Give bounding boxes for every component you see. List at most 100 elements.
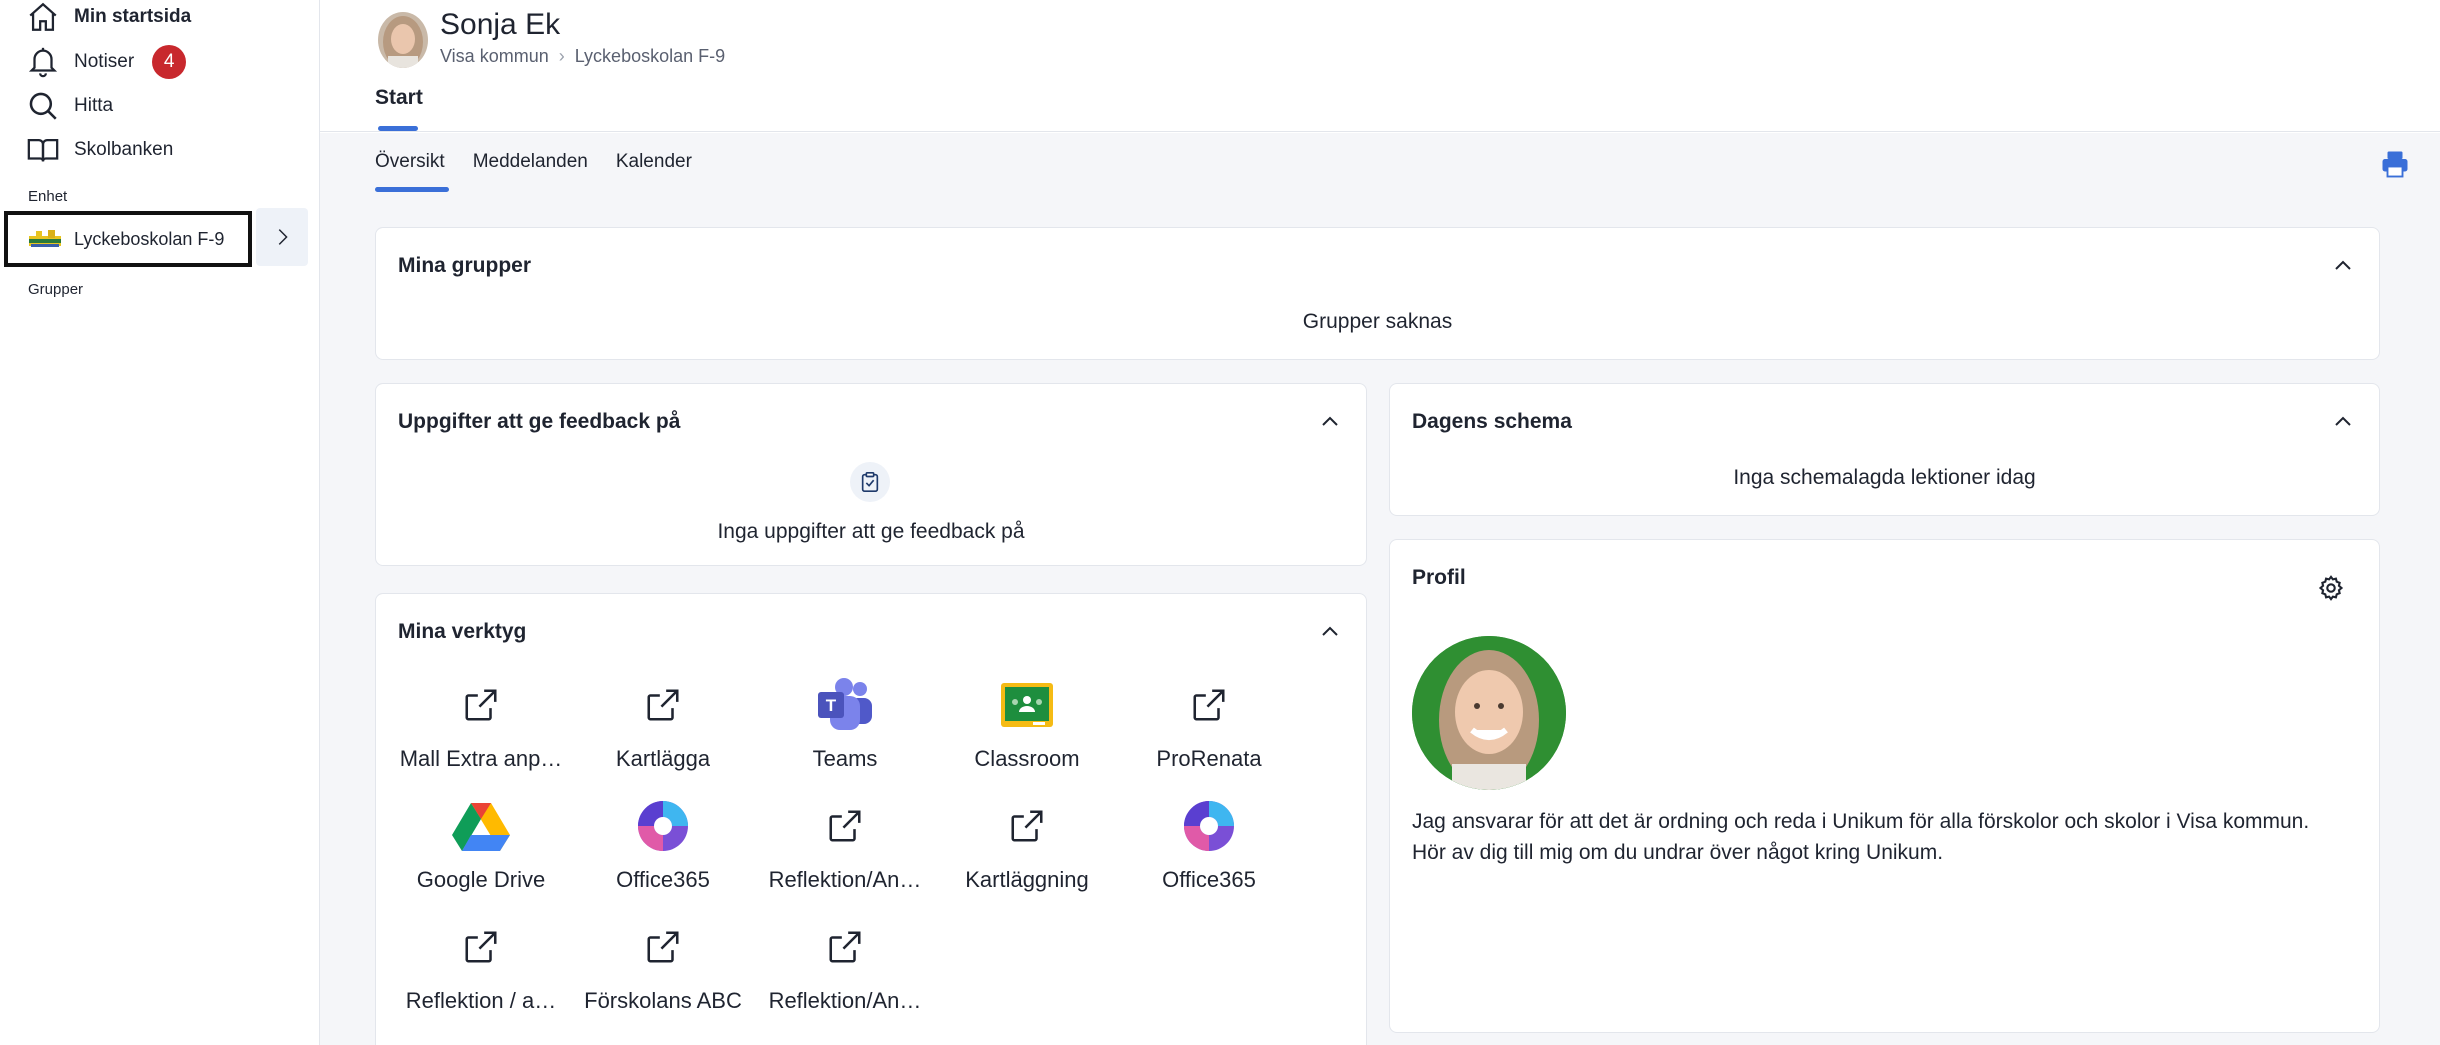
tool-label: Teams: [812, 746, 878, 771]
profile-text-line: Jag ansvarar för att det är ordning och …: [1412, 810, 2310, 833]
schedule-card-title: Dagens schema: [1412, 410, 1572, 433]
feedback-empty-message: Inga uppgifter att ge feedback på: [717, 520, 1025, 543]
tool-tile[interactable]: Reflektion / a…: [390, 914, 572, 1035]
breadcrumb-municipality[interactable]: Visa kommun: [440, 46, 549, 67]
sidebar-item-notifications[interactable]: Notiser 4: [26, 42, 187, 82]
tab-start[interactable]: Start: [375, 86, 423, 110]
breadcrumb-separator-icon: ›: [558, 46, 565, 66]
tools-grid: Mall Extra anp… Kartlägga T Teams Classr…: [390, 672, 1300, 1035]
tool-label: Kartlägga: [615, 746, 711, 771]
chevron-right-icon: [278, 229, 288, 245]
profile-card-title: Profil: [1412, 566, 1466, 589]
avatar-photo: [378, 12, 428, 68]
external-link-icon: [814, 795, 876, 857]
tool-tile[interactable]: Förskolans ABC: [572, 914, 754, 1035]
clipboard-check-icon: [850, 462, 890, 502]
tool-label: Reflektion / a…: [405, 988, 557, 1013]
tool-tile[interactable]: ProRenata: [1118, 672, 1300, 793]
tool-tile[interactable]: Reflektion/An…: [754, 793, 936, 914]
groups-card: Mina grupper Grupper saknas: [375, 227, 2380, 360]
avatar[interactable]: [378, 12, 428, 68]
schedule-empty-message: Inga schemalagda lektioner idag: [1733, 466, 2036, 489]
tool-tile[interactable]: Classroom: [936, 672, 1118, 793]
tool-label: ProRenata: [1156, 746, 1262, 771]
external-link-icon: [632, 674, 694, 736]
feedback-card: Uppgifter att ge feedback på Inga uppgif…: [375, 383, 1367, 566]
profile-text-line: Hör av dig till mig om du undrar över nå…: [1412, 841, 1944, 864]
school-logo-icon: [29, 230, 61, 247]
tab-overview[interactable]: Översikt: [375, 151, 445, 173]
tool-label: Reflektion/An…: [768, 988, 922, 1013]
tool-label: Google Drive: [416, 867, 546, 892]
tool-label: Förskolans ABC: [584, 988, 742, 1013]
tool-label: Mall Extra anp…: [399, 746, 563, 771]
tool-tile[interactable]: Google Drive: [390, 793, 572, 914]
external-link-icon: [814, 916, 876, 978]
breadcrumb: Visa kommun › Lyckeboskolan F-9: [440, 46, 725, 67]
tool-label: Classroom: [974, 746, 1080, 771]
sidebar-item-home[interactable]: Min startsida: [26, 0, 191, 37]
feedback-card-title: Uppgifter att ge feedback på: [398, 410, 681, 433]
bell-icon: [28, 47, 58, 78]
print-icon[interactable]: [2380, 149, 2410, 179]
page-header: Sonja Ek Visa kommun › Lyckeboskolan F-9…: [320, 0, 2440, 132]
gear-icon[interactable]: [2317, 574, 2345, 602]
tool-tile[interactable]: Office365: [572, 793, 754, 914]
classroom-icon: [996, 674, 1058, 736]
tool-tile[interactable]: Kartlägga: [572, 672, 754, 793]
groups-empty-message: Grupper saknas: [1302, 310, 1453, 333]
external-link-icon: [1178, 674, 1240, 736]
profile-card: Profil Jag ansvarar för att det är ordni…: [1389, 539, 2380, 1033]
search-icon: [29, 92, 57, 120]
unit-item[interactable]: Lyckeboskolan F-9: [4, 211, 252, 267]
tool-label: Office365: [616, 867, 710, 892]
external-link-icon: [632, 916, 694, 978]
tab-start-indicator: [378, 126, 418, 131]
external-link-icon: [450, 674, 512, 736]
main-content: Översikt Meddelanden Kalender Mina grupp…: [320, 133, 2440, 1045]
sidebar: Min startsida Notiser 4 Hitta Skolbanken…: [0, 0, 320, 1045]
sidebar-item-find[interactable]: Hitta: [26, 86, 113, 126]
tool-tile[interactable]: Office365: [1118, 793, 1300, 914]
svg-text:T: T: [826, 696, 837, 715]
sidebar-item-label: Min startsida: [74, 6, 192, 27]
external-link-icon: [996, 795, 1058, 857]
tool-label: Office365: [1162, 867, 1256, 892]
external-link-icon: [450, 916, 512, 978]
tool-label: Kartläggning: [965, 867, 1089, 892]
groups-card-title: Mina grupper: [398, 254, 532, 277]
breadcrumb-school[interactable]: Lyckeboskolan F-9: [575, 46, 725, 67]
chevron-up-icon[interactable]: [1318, 620, 1342, 644]
profile-photo: [1412, 636, 1566, 790]
tool-tile[interactable]: Reflektion/An…: [754, 914, 936, 1035]
tools-card-title: Mina verktyg: [398, 620, 527, 643]
subtabs: Översikt Meddelanden Kalender: [375, 151, 692, 173]
tab-calendar[interactable]: Kalender: [616, 151, 692, 173]
unit-expand-button[interactable]: [256, 208, 308, 266]
home-icon: [29, 2, 57, 31]
unit-name: Lyckeboskolan F-9: [74, 228, 225, 249]
tools-card: Mina verktyg Mall Extra anp… Kartlägga T…: [375, 593, 1367, 1045]
sidebar-item-label: Skolbanken: [74, 139, 174, 160]
google-drive-icon: [450, 795, 512, 857]
chevron-up-icon[interactable]: [2331, 254, 2355, 278]
tool-label: Reflektion/An…: [768, 867, 922, 892]
sidebar-item-schoolbank[interactable]: Skolbanken: [26, 130, 173, 170]
user-name: Sonja Ek: [440, 8, 561, 41]
tool-tile[interactable]: Kartläggning: [936, 793, 1118, 914]
unit-section-label: Enhet: [28, 188, 68, 205]
notification-badge: 4: [152, 45, 187, 79]
tool-tile[interactable]: T Teams: [754, 672, 936, 793]
chevron-up-icon[interactable]: [1318, 410, 1342, 434]
book-icon: [27, 138, 59, 162]
tab-messages[interactable]: Meddelanden: [473, 151, 588, 173]
office365-icon: [1178, 795, 1240, 857]
tool-tile[interactable]: Mall Extra anp…: [390, 672, 572, 793]
sidebar-item-label: Hitta: [74, 95, 114, 116]
schedule-card: Dagens schema Inga schemalagda lektioner…: [1389, 383, 2380, 516]
tab-overview-indicator: [375, 187, 449, 192]
teams-icon: T: [814, 674, 876, 736]
sidebar-item-label: Notiser: [74, 51, 135, 72]
office365-icon: [632, 795, 694, 857]
chevron-up-icon[interactable]: [2331, 410, 2355, 434]
